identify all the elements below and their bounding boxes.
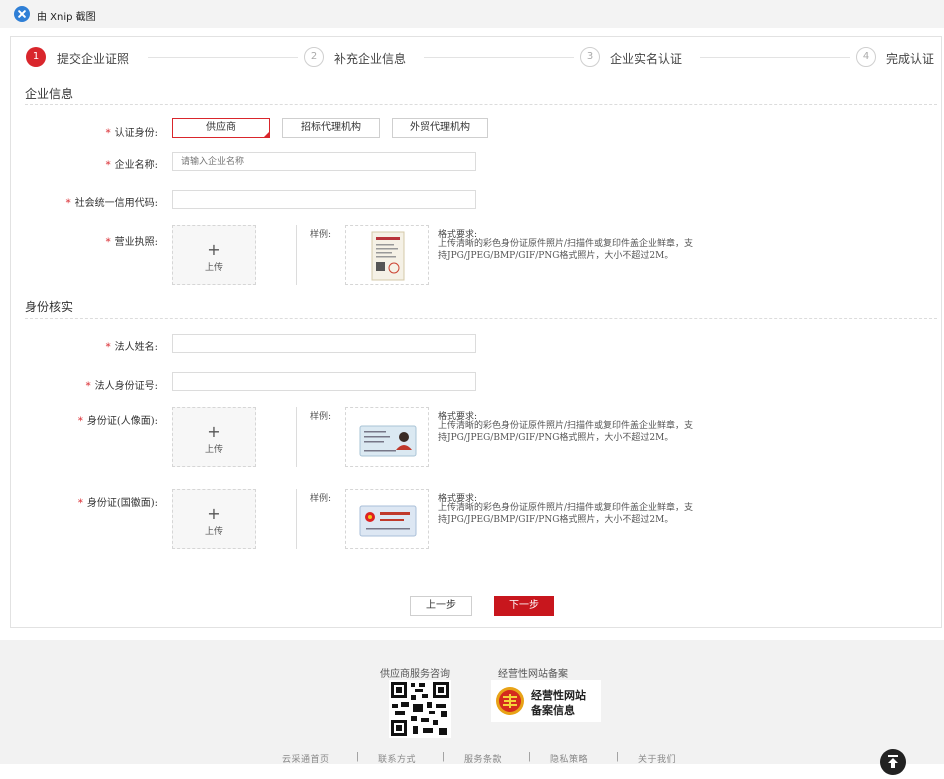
identity-option-bidding-agency[interactable]: 招标代理机构 (282, 118, 380, 138)
format-description: 上传清晰的彩色身份证原件照片/扫描件或复印件盖企业鲜章，支 持JPG/JPEG/B… (438, 239, 694, 261)
business-license-sample-icon (371, 231, 405, 281)
xnip-logo-icon (14, 6, 30, 22)
selected-corner-icon (263, 131, 270, 138)
credit-code-label: * 社会统一信用代码: (65, 198, 158, 209)
identity-option-trade-agency[interactable]: 外贸代理机构 (392, 118, 488, 138)
page-footer (0, 640, 944, 764)
id-front-sample-image (345, 407, 429, 467)
service-title: 供应商服务咨询 (380, 669, 450, 680)
step-2-number: 2 (304, 47, 324, 67)
step-4-label: 完成认证 (886, 52, 935, 66)
toolbar-title: 由 Xnip 截图 (37, 12, 96, 23)
footer-separator: | (616, 752, 620, 762)
company-name-label: * 企业名称: (105, 160, 158, 171)
legal-id-input[interactable] (172, 372, 476, 391)
prev-step-button[interactable]: 上一步 (410, 596, 472, 616)
legal-name-input[interactable] (172, 334, 476, 353)
vertical-divider (296, 225, 297, 285)
license-label: * 营业执照: (105, 237, 158, 248)
step-2-label: 补充企业信息 (334, 52, 407, 66)
step-1-number: 1 (26, 47, 46, 67)
step-connector (424, 57, 574, 58)
next-step-button[interactable]: 下一步 (494, 596, 554, 616)
step-1-label: 提交企业证照 (57, 52, 130, 66)
identity-label: * 认证身份: (105, 128, 158, 139)
footer-link-contact[interactable]: 联系方式 (378, 752, 416, 765)
id-back-label: * 身份证(国徽面): (77, 498, 158, 509)
footer-link-privacy[interactable]: 隐私策略 (550, 752, 588, 765)
back-to-top-button[interactable] (880, 749, 906, 775)
upload-label: 上传 (204, 263, 223, 273)
footer-separator: | (442, 752, 446, 762)
footer-separator: | (528, 752, 532, 762)
legal-id-label: * 法人身份证号: (85, 381, 158, 392)
section-divider (25, 104, 937, 105)
company-section-title: 企业信息 (25, 87, 74, 101)
identity-option-supplier[interactable]: 供应商 (172, 118, 270, 138)
format-description: 上传清晰的彩色身份证原件照片/扫描件或复印件盖企业鲜章，支 持JPG/JPEG/B… (438, 421, 694, 443)
id-card-back-sample-icon (359, 505, 417, 537)
record-seal-icon (496, 687, 524, 715)
legal-name-label: * 法人姓名: (105, 342, 158, 353)
vertical-divider (296, 407, 297, 467)
plus-icon: + (207, 240, 221, 259)
upload-label: 上传 (204, 445, 223, 455)
id-back-upload-button[interactable]: + 上传 (172, 489, 256, 549)
sample-label: 样例: (310, 230, 332, 240)
record-title: 经营性网站备案 (498, 669, 568, 680)
id-front-upload-button[interactable]: + 上传 (172, 407, 256, 467)
qr-code-graphic (391, 682, 449, 736)
id-front-label: * 身份证(人像面): (77, 416, 158, 427)
footer-link-home[interactable]: 云采通首页 (282, 752, 330, 765)
step-3-number: 3 (580, 47, 600, 67)
website-record-badge[interactable]: 经营性网站 备案信息 (491, 680, 601, 722)
footer-link-terms[interactable]: 服务条款 (464, 752, 502, 765)
upload-label: 上传 (204, 527, 223, 537)
step-4-number: 4 (856, 47, 876, 67)
badge-line-2: 备案信息 (531, 704, 575, 717)
step-connector (148, 57, 298, 58)
footer-separator: | (356, 752, 360, 762)
credit-code-input[interactable] (172, 190, 476, 209)
vertical-divider (296, 489, 297, 549)
sample-label: 样例: (310, 412, 332, 422)
sample-label: 样例: (310, 494, 332, 504)
screenshot-toolbar: 由 Xnip 截图 (0, 0, 944, 28)
badge-line-1: 经营性网站 (531, 689, 586, 702)
plus-icon: + (207, 422, 221, 441)
format-description: 上传清晰的彩色身份证原件照片/扫描件或复印件盖企业鲜章，支 持JPG/JPEG/B… (438, 503, 694, 525)
identity-section-title: 身份核实 (25, 300, 74, 314)
license-sample-image (345, 225, 429, 285)
arrow-up-icon (888, 755, 898, 768)
step-connector (700, 57, 850, 58)
id-card-front-sample-icon (359, 425, 417, 457)
plus-icon: + (207, 504, 221, 523)
step-3-label: 企业实名认证 (610, 52, 683, 66)
id-back-sample-image (345, 489, 429, 549)
footer-link-about[interactable]: 关于我们 (638, 752, 676, 765)
section-divider (25, 318, 937, 319)
license-upload-button[interactable]: + 上传 (172, 225, 256, 285)
qr-code-icon (389, 680, 451, 738)
company-name-input[interactable] (172, 152, 476, 171)
